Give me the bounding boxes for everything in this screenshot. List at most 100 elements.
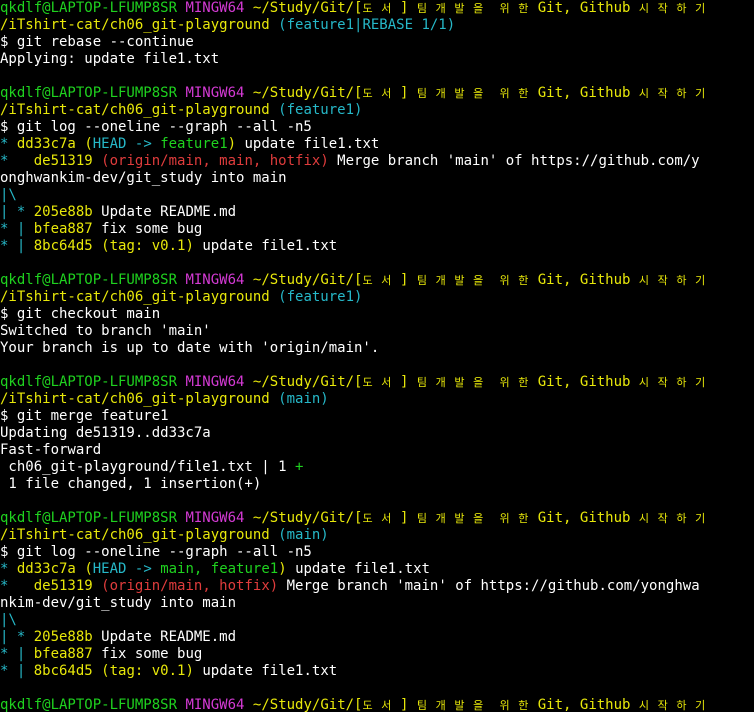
command-line: $ git checkout main: [0, 306, 160, 323]
commit-message: update file1.txt: [193, 663, 338, 679]
commit-hash: 8bc64d5: [33, 238, 93, 254]
prompt-path: Git, Github: [529, 510, 639, 526]
prompt-line: qkdlf@LAPTOP-LFUMP8SR MINGW64 ~/Study/Gi…: [0, 0, 706, 17]
commit-message: onghwankim-dev/git_study into main: [0, 170, 287, 186]
prompt-user: qkdlf@LAPTOP-LFUMP8SR: [0, 697, 178, 712]
commit-message: update file1.txt: [236, 136, 380, 152]
graph-symbol: | *: [0, 629, 34, 645]
prompt-path-korean: 팀 개 발 을 위 한: [416, 274, 530, 287]
commit-hash: de51319: [33, 153, 93, 169]
prompt-line: qkdlf@LAPTOP-LFUMP8SR MINGW64 ~/Study/Gi…: [0, 374, 706, 391]
command-line: $ git merge feature1: [0, 408, 169, 425]
prompt-path-korean: 도 서: [362, 274, 400, 287]
log-line: nkim-dev/git_study into main: [0, 595, 236, 612]
output-text: Your branch is up to date with 'origin/m…: [0, 340, 380, 356]
output-text: Fast-forward: [0, 442, 102, 458]
output-line: Your branch is up to date with 'origin/m…: [0, 340, 379, 357]
graph-symbol: *: [0, 136, 17, 152]
prompt-path-line: /iTshirt-cat/ch06_git-playground (featur…: [0, 102, 362, 119]
prompt-env: MINGW64: [185, 510, 245, 526]
ref-paren: (: [84, 561, 93, 577]
remote-ref: (origin/main, hotfix): [101, 578, 279, 594]
prompt-path: ~/Study/Git/[: [252, 697, 363, 712]
log-line: * | bfea887 fix some bug: [0, 646, 202, 663]
prompt-branch: (main): [278, 391, 329, 407]
branch-ref: feature1: [160, 136, 228, 152]
log-line: * | 8bc64d5 (tag: v0.1) update file1.txt: [0, 238, 337, 255]
commit-hash: dd33c7a: [16, 136, 76, 152]
prompt-line: qkdlf@LAPTOP-LFUMP8SR MINGW64 ~/Study/Gi…: [0, 85, 706, 102]
graph-symbol: *: [0, 561, 17, 577]
output-line: ch06_git-playground/file1.txt | 1 +: [0, 459, 303, 476]
prompt-path-korean: 시 작 하 기: [638, 2, 707, 15]
prompt-line: qkdlf@LAPTOP-LFUMP8SR MINGW64 ~/Study/Gi…: [0, 697, 706, 712]
ref-paren: (: [84, 136, 93, 152]
prompt-branch: (feature1): [278, 102, 363, 118]
ref-paren: ): [278, 561, 287, 577]
prompt-path: /iTshirt-cat/ch06_git-playground: [0, 102, 270, 118]
prompt-path: /iTshirt-cat/ch06_git-playground: [0, 289, 270, 305]
prompt-path: Git, Github: [529, 374, 639, 390]
head-ref: HEAD ->: [92, 136, 161, 152]
prompt-env: MINGW64: [185, 697, 245, 712]
prompt-path-korean: 도 서: [362, 699, 400, 712]
ref-paren: (: [101, 238, 110, 254]
prompt-path-korean: 도 서: [362, 87, 400, 100]
log-line: * dd33c7a (HEAD -> main, feature1) updat…: [0, 561, 430, 578]
commit-hash: 205e88b: [33, 204, 93, 220]
prompt-path-line: /iTshirt-cat/ch06_git-playground (featur…: [0, 289, 362, 306]
output-text: Switched to branch 'main': [0, 323, 211, 339]
prompt-user: qkdlf@LAPTOP-LFUMP8SR: [0, 272, 178, 288]
command-line: $ git log --oneline --graph --all -n5: [0, 544, 312, 561]
remote-ref: (origin/main, main, hotfix): [101, 153, 329, 169]
log-line: | * 205e88b Update README.md: [0, 204, 236, 221]
prompt-branch: (feature1|REBASE 1/1): [278, 17, 456, 33]
command-text: $ git rebase --continue: [0, 34, 194, 50]
commit-hash: de51319: [33, 578, 93, 594]
output-line: Applying: update file1.txt: [0, 51, 219, 68]
output-line: Switched to branch 'main': [0, 323, 211, 340]
log-line: |\: [0, 187, 17, 204]
output-text: Applying: update file1.txt: [0, 51, 220, 67]
commit-hash: bfea887: [33, 646, 93, 662]
prompt-path-korean: 도 서: [362, 2, 400, 15]
output-line: 1 file changed, 1 insertion(+): [0, 476, 261, 493]
prompt-path-korean: 시 작 하 기: [638, 512, 707, 525]
prompt-env: MINGW64: [185, 85, 245, 101]
prompt-path-korean: 시 작 하 기: [638, 699, 707, 712]
log-line: * de51319 (origin/main, hotfix) Merge br…: [0, 578, 700, 595]
prompt-path: ~/Study/Git/[: [252, 85, 363, 101]
diff-stat-summary: 1 file changed, 1 insertion(+): [0, 476, 262, 492]
prompt-path-korean: 시 작 하 기: [638, 376, 707, 389]
commit-message: update file1.txt: [193, 238, 338, 254]
prompt-env: MINGW64: [185, 0, 245, 16]
prompt-path-korean: 팀 개 발 을 위 한: [416, 87, 530, 100]
log-line: | * 205e88b Update README.md: [0, 629, 236, 646]
prompt-path-korean: 팀 개 발 을 위 한: [416, 376, 530, 389]
commit-hash: dd33c7a: [16, 561, 76, 577]
log-line: * de51319 (origin/main, main, hotfix) Me…: [0, 153, 700, 170]
prompt-path: Git, Github: [529, 272, 639, 288]
log-line: |\: [0, 612, 17, 629]
prompt-path-korean: 팀 개 발 을 위 한: [416, 512, 530, 525]
commit-message: Merge branch 'main' of https://github.co…: [278, 578, 700, 594]
prompt-path: ~/Study/Git/[: [252, 0, 363, 16]
ref-paren: ): [185, 238, 194, 254]
prompt-path: /iTshirt-cat/ch06_git-playground: [0, 527, 270, 543]
commit-hash: bfea887: [33, 221, 93, 237]
prompt-user: qkdlf@LAPTOP-LFUMP8SR: [0, 374, 178, 390]
prompt-line: qkdlf@LAPTOP-LFUMP8SR MINGW64 ~/Study/Gi…: [0, 272, 706, 289]
terminal-window[interactable]: qkdlf@LAPTOP-LFUMP8SR MINGW64 ~/Study/Gi…: [0, 0, 754, 712]
